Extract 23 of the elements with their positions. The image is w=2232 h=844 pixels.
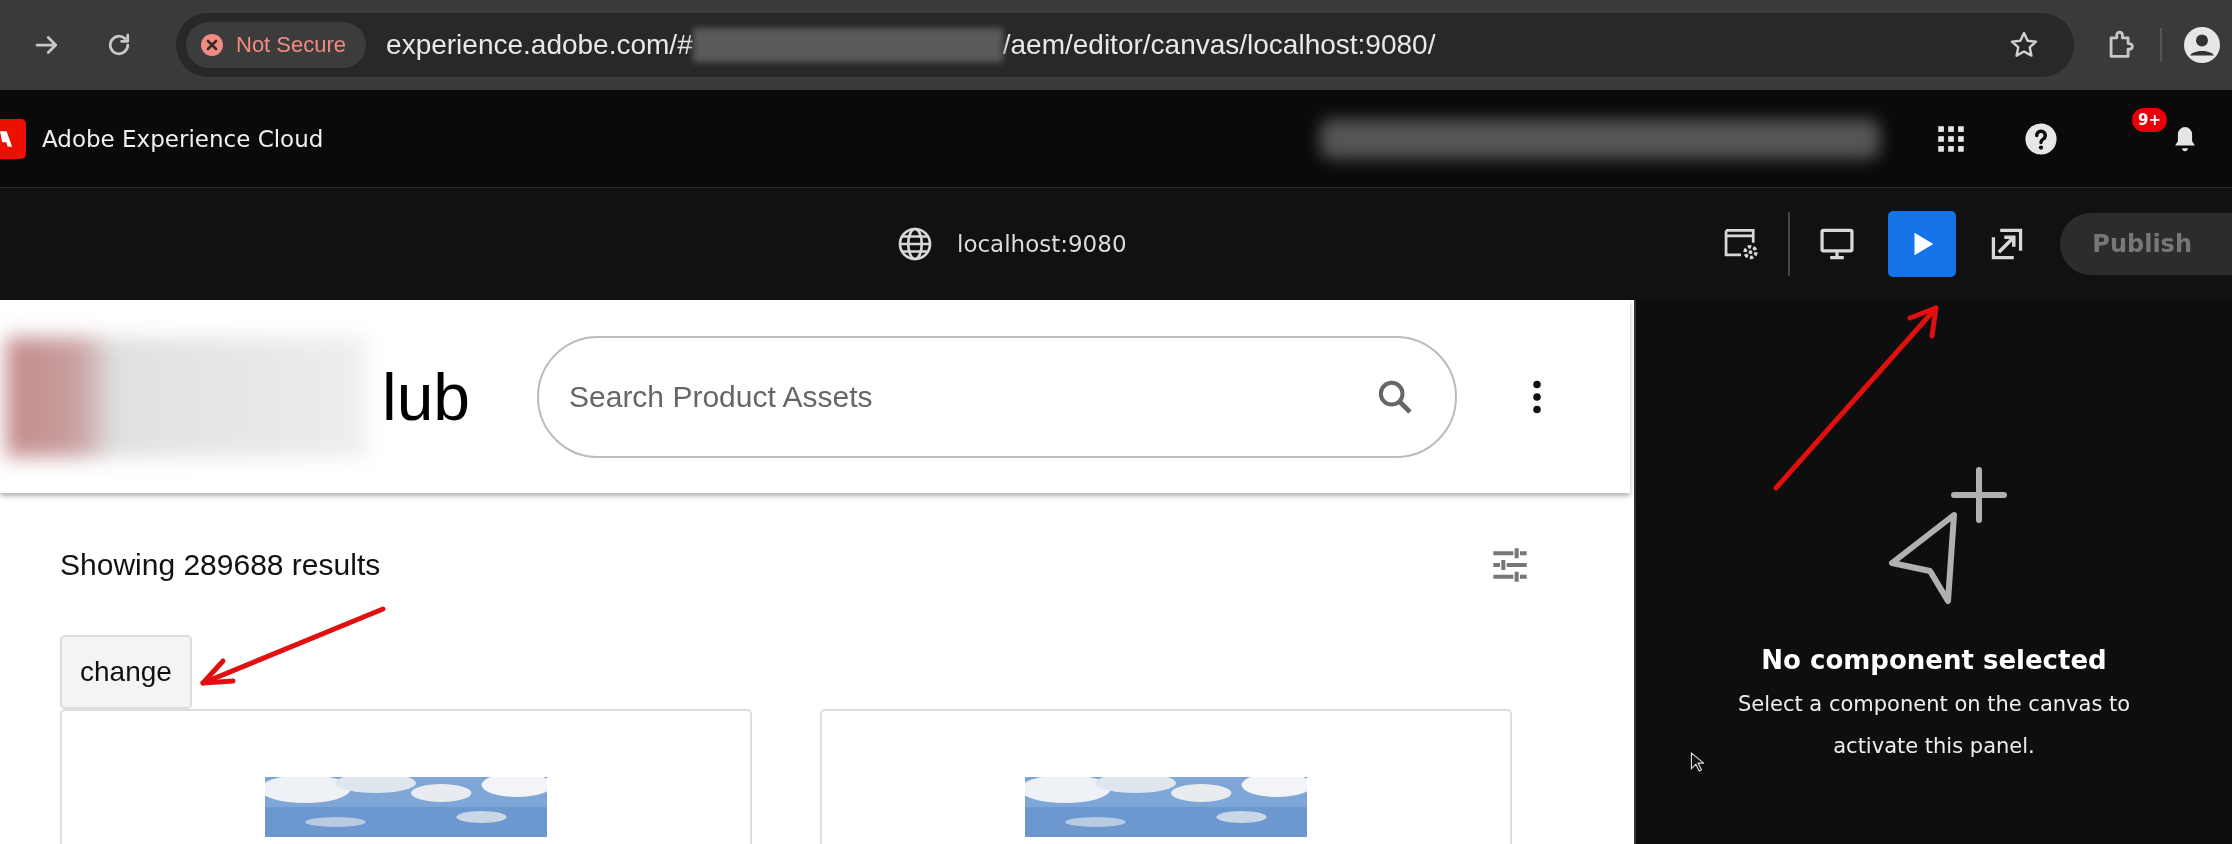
search-input[interactable]: Search Product Assets	[567, 378, 1375, 415]
preview-button[interactable]	[1888, 211, 1957, 277]
mouse-cursor-icon	[1690, 752, 1704, 772]
app-title[interactable]: Adobe Experience Cloud	[42, 125, 324, 152]
filter-icon[interactable]	[1490, 545, 1530, 585]
panel-title: No component selected	[1761, 645, 2107, 675]
help-icon[interactable]	[2024, 121, 2058, 156]
change-button[interactable]: change	[60, 635, 192, 709]
profile-icon[interactable]	[2184, 27, 2220, 63]
panel-message: Select a component on the canvas to activate this panel.	[1736, 691, 2132, 760]
location-text: localhost:9080	[957, 231, 1127, 257]
url-text: /aem/editor/canvas/localhost:9080/	[1002, 29, 1436, 61]
site-logo-text[interactable]: lub	[382, 358, 471, 435]
url-text: experience.adobe.com/#	[386, 29, 693, 61]
adobe-logo-icon[interactable]	[0, 118, 26, 159]
security-chip[interactable]: Not Secure	[186, 22, 367, 68]
notification-badge: 9+	[2132, 107, 2167, 132]
search-field[interactable]: Search Product Assets	[537, 335, 1457, 458]
globe-icon	[897, 226, 933, 262]
more-icon[interactable]	[1532, 378, 1542, 415]
results-count: Showing 289688 results	[60, 548, 381, 582]
address-bar[interactable]: Not Secure experience.adobe.com/# /aem/editor/canvas/localhost:9080/	[176, 13, 2074, 77]
error-icon	[200, 33, 224, 57]
